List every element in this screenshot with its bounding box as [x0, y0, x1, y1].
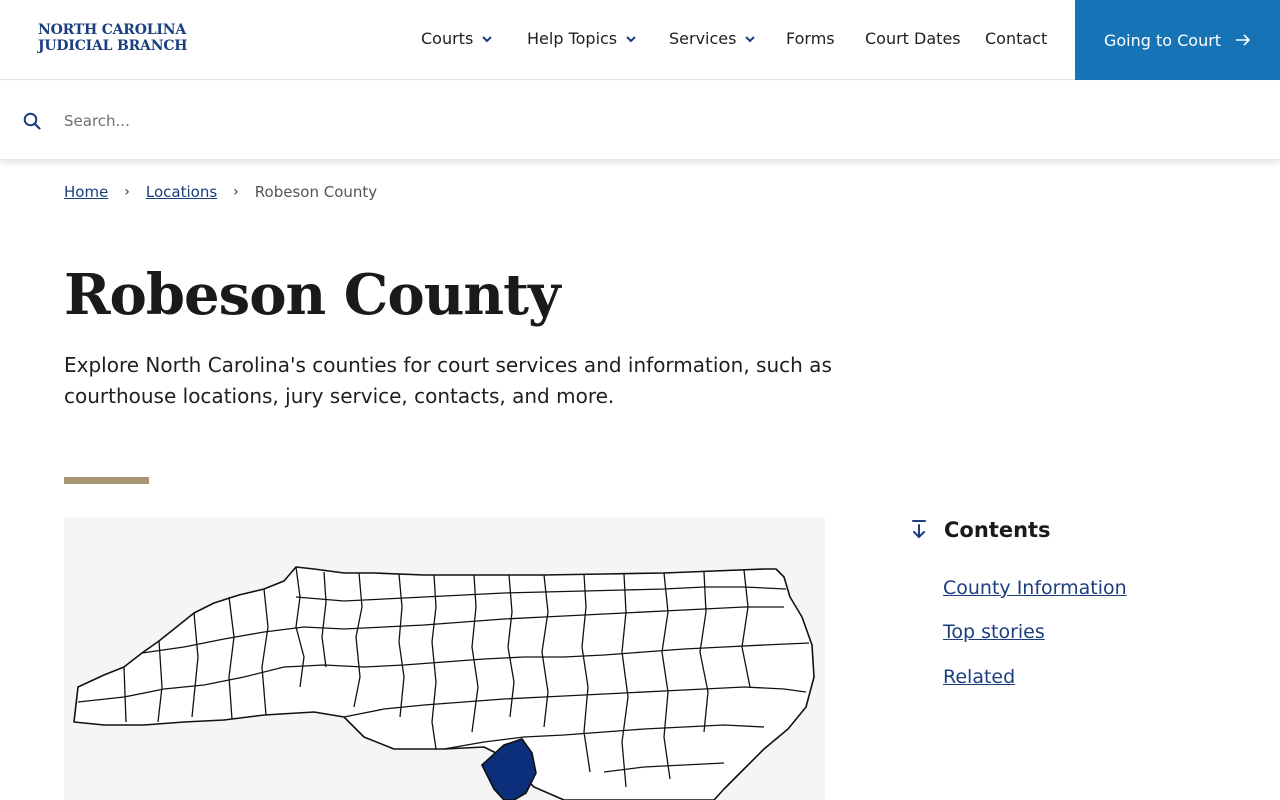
logo-line-1: NORTH CAROLINA	[38, 22, 186, 38]
contents-header: Contents	[910, 518, 1051, 542]
breadcrumb-locations[interactable]: Locations	[146, 183, 217, 201]
contents-title: Contents	[944, 518, 1051, 542]
nav-forms-label: Forms	[786, 29, 835, 48]
chevron-down-icon	[745, 35, 756, 42]
nav-help-topics[interactable]: Help Topics	[527, 29, 637, 48]
breadcrumb-home[interactable]: Home	[64, 183, 108, 201]
nav-courts-label: Courts	[421, 29, 474, 48]
state-outline	[73, 566, 815, 800]
toc-link-related[interactable]: Related	[943, 666, 1015, 688]
arrow-down-to-line-icon	[912, 520, 926, 539]
search-input[interactable]	[64, 107, 1224, 135]
nav-court-dates[interactable]: Court Dates	[865, 29, 961, 48]
nav-services[interactable]: Services	[669, 29, 756, 48]
toc-link-county-information[interactable]: County Information	[943, 577, 1127, 599]
nav-courts[interactable]: Courts	[421, 29, 493, 48]
going-to-court-label: Going to Court	[1103, 30, 1222, 50]
nav-help-topics-label: Help Topics	[527, 29, 618, 48]
chevron-right-icon: ›	[124, 184, 130, 200]
nav-court-dates-label: Court Dates	[865, 29, 961, 48]
chevron-down-icon	[626, 35, 636, 42]
chevron-right-icon: ›	[233, 184, 239, 200]
toc-link-top-stories[interactable]: Top stories	[943, 621, 1045, 643]
page-title: Robeson County	[64, 262, 561, 328]
nav-contact-label: Contact	[985, 29, 1048, 48]
chevron-down-icon	[482, 35, 493, 42]
county-map	[64, 517, 825, 800]
breadcrumb-current: Robeson County	[254, 183, 378, 201]
site-logo[interactable]: NORTH CAROLINA JUDICIAL BRANCH	[38, 22, 198, 54]
nav-services-label: Services	[669, 29, 737, 48]
site-header: NORTH CAROLINA JUDICIAL BRANCH Courts He…	[0, 0, 1280, 80]
search-icon[interactable]	[23, 112, 41, 130]
north-carolina-map	[73, 566, 815, 800]
breadcrumb: Home › Locations › Robeson County	[64, 183, 377, 201]
nav-forms[interactable]: Forms	[786, 29, 835, 48]
going-to-court-button[interactable]: Going to Court	[1075, 0, 1280, 80]
page-intro: Explore North Carolina's counties for co…	[64, 353, 832, 408]
search-bar	[0, 81, 1280, 160]
arrow-right-icon	[1236, 34, 1251, 46]
logo-line-2: JUDICIAL BRANCH	[38, 38, 188, 54]
accent-divider	[64, 477, 149, 484]
nav-contact[interactable]: Contact	[985, 29, 1047, 48]
